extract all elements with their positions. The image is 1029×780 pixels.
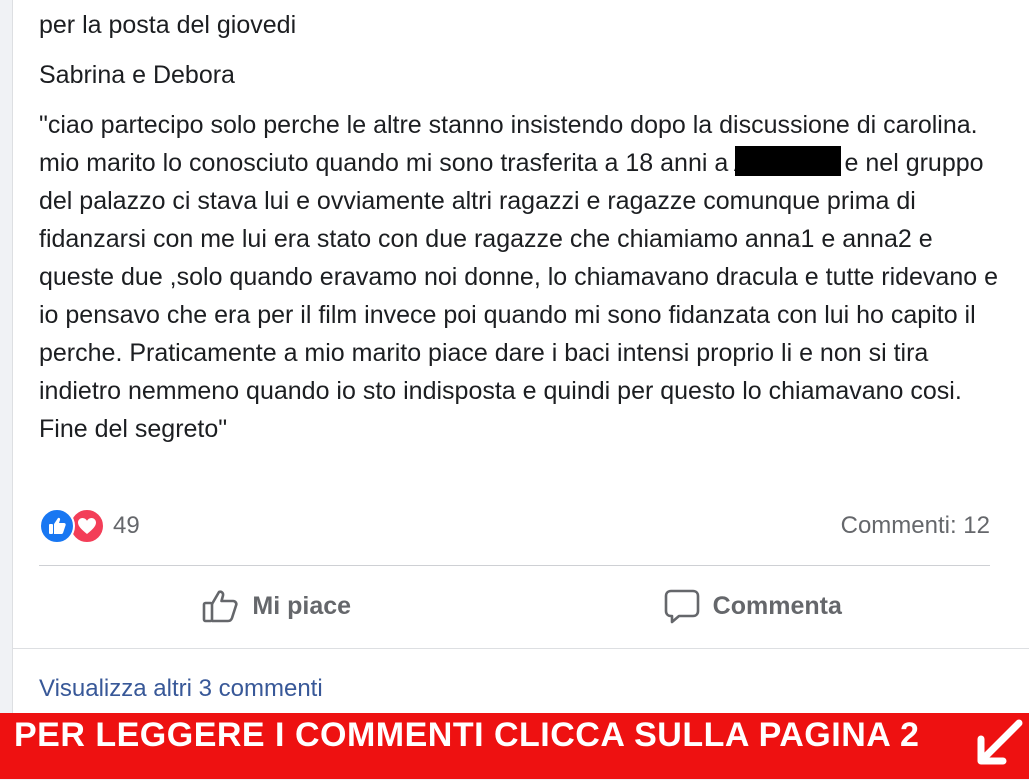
like-button-label: Mi piace: [252, 591, 352, 620]
post-body: "ciao partecipo solo perche le altre sta…: [39, 106, 1009, 448]
post-stats: 49 Commenti: 12: [39, 506, 990, 546]
banner-text: PER LEGGERE I COMMENTI CLICCA SULLA PAGI…: [14, 716, 920, 754]
redaction-box: [734, 146, 841, 176]
reactions[interactable]: 49: [39, 508, 140, 544]
post-line-2: Sabrina e Debora: [39, 61, 235, 89]
post-line-1: per la posta del giovedi: [39, 11, 297, 39]
post-body-part-2: e nel gruppo del palazzo ci stava lui e …: [39, 149, 998, 443]
reaction-count: 49: [113, 512, 140, 539]
like-button[interactable]: Mi piace: [39, 566, 515, 646]
thumbs-up-icon: [203, 590, 239, 623]
post-text: per la posta del giovedi Sabrina e Debor…: [39, 6, 1009, 448]
comment-button-label: Commenta: [712, 591, 842, 620]
redacted-word: A: [734, 146, 845, 177]
like-icon: [39, 508, 75, 544]
action-bar: Mi piace Commenta: [39, 566, 990, 646]
comment-count[interactable]: Commenti: 12: [841, 512, 990, 540]
post-card: per la posta del giovedi Sabrina e Debor…: [12, 0, 1029, 779]
comment-button[interactable]: Commenta: [515, 566, 991, 646]
promo-banner[interactable]: PER LEGGERE I COMMENTI CLICCA SULLA PAGI…: [0, 713, 1029, 779]
speech-bubble-icon: [664, 589, 699, 624]
arrow-down-left-icon: [973, 715, 1025, 780]
view-more-comments-link[interactable]: Visualizza altri 3 commenti: [39, 675, 323, 703]
